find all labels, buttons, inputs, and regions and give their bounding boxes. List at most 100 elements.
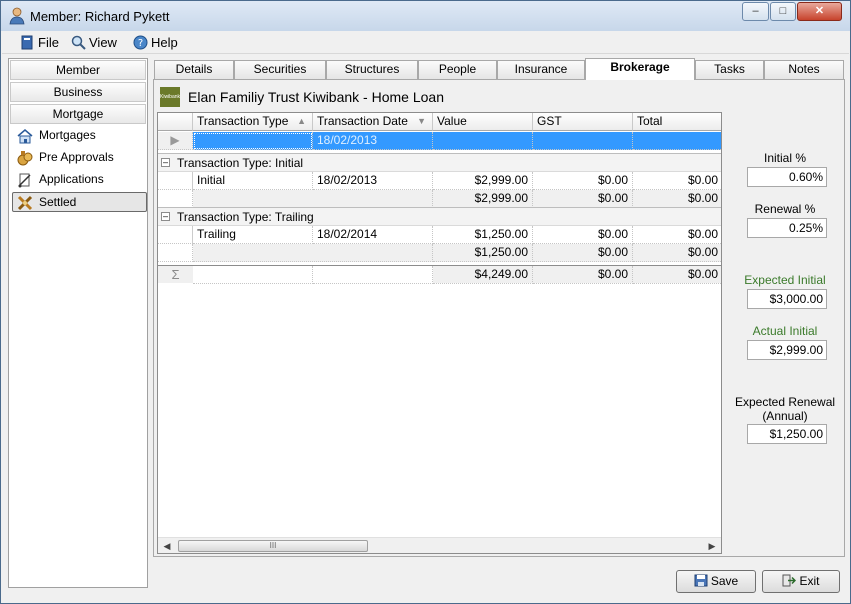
sidebar-item-applications[interactable]: Applications bbox=[13, 170, 147, 190]
grid-row-header-corner bbox=[158, 113, 193, 131]
member-icon bbox=[9, 7, 25, 25]
date-cell[interactable]: 18/02/2014 bbox=[313, 226, 433, 244]
column-header-label: Transaction Date bbox=[317, 114, 408, 128]
new-row-type-cell[interactable] bbox=[193, 132, 313, 150]
maximize-button[interactable]: □ bbox=[770, 2, 796, 21]
sidebar-item-settled[interactable]: Settled bbox=[12, 192, 147, 212]
applications-icon bbox=[18, 173, 31, 188]
new-row-value-cell[interactable] bbox=[433, 132, 533, 150]
type-cell[interactable]: Trailing bbox=[193, 226, 313, 244]
new-row-gst-cell[interactable] bbox=[533, 132, 633, 150]
menu-view[interactable]: View bbox=[71, 35, 117, 53]
row-indent bbox=[158, 172, 193, 190]
scroll-right-icon[interactable]: ▶ bbox=[705, 539, 719, 553]
lender-logo: Kiwibank bbox=[160, 87, 180, 107]
summary-gst: $0.00 bbox=[533, 244, 633, 262]
tab-insurance[interactable]: Insurance bbox=[497, 60, 585, 79]
menu-help[interactable]: ? Help bbox=[133, 35, 178, 53]
tab-notes[interactable]: Notes bbox=[764, 60, 844, 79]
expected-initial-label: Expected Initial bbox=[744, 273, 826, 287]
scroll-left-icon[interactable]: ◀ bbox=[160, 539, 174, 553]
save-icon bbox=[694, 574, 708, 587]
new-row[interactable]: ▶ 18/02/2013 bbox=[158, 132, 721, 150]
column-header-transaction-date[interactable]: Transaction Date ▼ bbox=[313, 113, 433, 131]
column-header-label: Transaction Type bbox=[197, 114, 289, 128]
renewal-percent-label: Renewal % bbox=[754, 202, 816, 216]
horizontal-scrollbar[interactable]: ◀ III ▶ bbox=[158, 537, 721, 553]
menu-view-label: View bbox=[89, 35, 117, 50]
gst-cell[interactable]: $0.00 bbox=[533, 226, 633, 244]
category-member-button[interactable]: Member bbox=[10, 60, 146, 80]
minimize-button[interactable]: – bbox=[742, 2, 769, 21]
exit-button-label: Exit bbox=[799, 574, 820, 588]
save-button[interactable]: Save bbox=[676, 570, 756, 593]
menu-file-label: File bbox=[38, 35, 59, 50]
totals-blank bbox=[313, 266, 433, 284]
tab-tasks[interactable]: Tasks bbox=[695, 60, 764, 79]
initial-percent-field[interactable]: 0.60% bbox=[747, 167, 827, 187]
sort-ascending-icon: ▲ bbox=[297, 116, 306, 126]
exit-icon bbox=[782, 574, 797, 587]
brokerage-grid[interactable]: Transaction Type ▲ Transaction Date ▼ Valu… bbox=[157, 112, 722, 554]
summary-value: $1,250.00 bbox=[433, 244, 533, 262]
actual-initial-field: $2,999.00 bbox=[747, 340, 827, 360]
member-window: Member: Richard Pykett – □ ✕ File View ?… bbox=[0, 0, 851, 604]
close-button[interactable]: ✕ bbox=[797, 2, 842, 21]
menu-file[interactable]: File bbox=[20, 35, 59, 53]
tab-details[interactable]: Details bbox=[154, 60, 234, 79]
sigma-icon: Σ bbox=[171, 267, 180, 282]
sidebar: Member Business Mortgage Mortgages Pre A… bbox=[8, 58, 148, 588]
category-mortgage-button[interactable]: Mortgage bbox=[10, 104, 146, 124]
title-bar: Member: Richard Pykett – □ ✕ bbox=[1, 1, 850, 31]
expected-renewal-field: $1,250.00 bbox=[747, 424, 827, 444]
grand-total-row: Σ $4,249.00 $0.00 $0.00 bbox=[158, 265, 721, 284]
type-cell[interactable]: Initial bbox=[193, 172, 313, 190]
column-header-total[interactable]: Total bbox=[633, 113, 721, 131]
group-row-initial[interactable]: – Transaction Type: Initial bbox=[158, 153, 721, 172]
sort-descending-icon: ▼ bbox=[417, 116, 426, 126]
grand-total-value: $4,249.00 bbox=[433, 266, 533, 284]
value-cell[interactable]: $1,250.00 bbox=[433, 226, 533, 244]
sidebar-item-pre-approvals[interactable]: Pre Approvals bbox=[13, 148, 147, 168]
scrollbar-thumb[interactable]: III bbox=[178, 540, 368, 552]
expected-renewal-label: Expected Renewal (Annual) bbox=[734, 395, 836, 423]
actual-initial-label: Actual Initial bbox=[752, 324, 818, 338]
table-row[interactable]: Trailing 18/02/2014 $1,250.00 $0.00 $0.0… bbox=[158, 226, 721, 244]
sidebar-item-mortgages[interactable]: Mortgages bbox=[13, 126, 147, 146]
sidebar-item-label: Pre Approvals bbox=[39, 150, 114, 164]
renewal-percent-field[interactable]: 0.25% bbox=[747, 218, 827, 238]
group-summary-row: $1,250.00 $0.00 $0.00 bbox=[158, 244, 721, 262]
summary-blank bbox=[193, 244, 433, 262]
tab-securities[interactable]: Securities bbox=[234, 60, 326, 79]
new-row-date-cell[interactable]: 18/02/2013 bbox=[313, 132, 433, 150]
exit-button[interactable]: Exit bbox=[762, 570, 840, 593]
file-icon bbox=[21, 35, 33, 50]
help-icon: ? bbox=[133, 35, 148, 50]
collapse-icon[interactable]: – bbox=[161, 212, 170, 221]
table-row[interactable]: Initial 18/02/2013 $2,999.00 $0.00 $0.00 bbox=[158, 172, 721, 190]
gst-cell[interactable]: $0.00 bbox=[533, 172, 633, 190]
total-cell[interactable]: $0.00 bbox=[633, 226, 721, 244]
tab-brokerage[interactable]: Brokerage bbox=[585, 58, 695, 80]
expected-initial-field: $3,000.00 bbox=[747, 289, 827, 309]
column-header-gst[interactable]: GST bbox=[533, 113, 633, 131]
total-cell[interactable]: $0.00 bbox=[633, 172, 721, 190]
save-button-label: Save bbox=[710, 574, 739, 588]
date-cell[interactable]: 18/02/2013 bbox=[313, 172, 433, 190]
tab-people[interactable]: People bbox=[418, 60, 497, 79]
summary-gst: $0.00 bbox=[533, 190, 633, 208]
svg-text:?: ? bbox=[138, 38, 143, 49]
new-row-total-cell[interactable] bbox=[633, 132, 721, 150]
loan-title: Elan Familiy Trust Kiwibank - Home Loan bbox=[188, 89, 444, 105]
group-row-trailing[interactable]: – Transaction Type: Trailing bbox=[158, 207, 721, 226]
group-header-label: Transaction Type: Initial bbox=[177, 156, 304, 170]
sidebar-item-label: Mortgages bbox=[39, 128, 96, 142]
tab-structures[interactable]: Structures bbox=[326, 60, 418, 79]
sidebar-item-label: Settled bbox=[39, 195, 77, 209]
collapse-icon[interactable]: – bbox=[161, 158, 170, 167]
column-header-transaction-type[interactable]: Transaction Type ▲ bbox=[193, 113, 313, 131]
row-indent bbox=[158, 244, 193, 262]
category-business-button[interactable]: Business bbox=[10, 82, 146, 102]
column-header-value[interactable]: Value bbox=[433, 113, 533, 131]
value-cell[interactable]: $2,999.00 bbox=[433, 172, 533, 190]
